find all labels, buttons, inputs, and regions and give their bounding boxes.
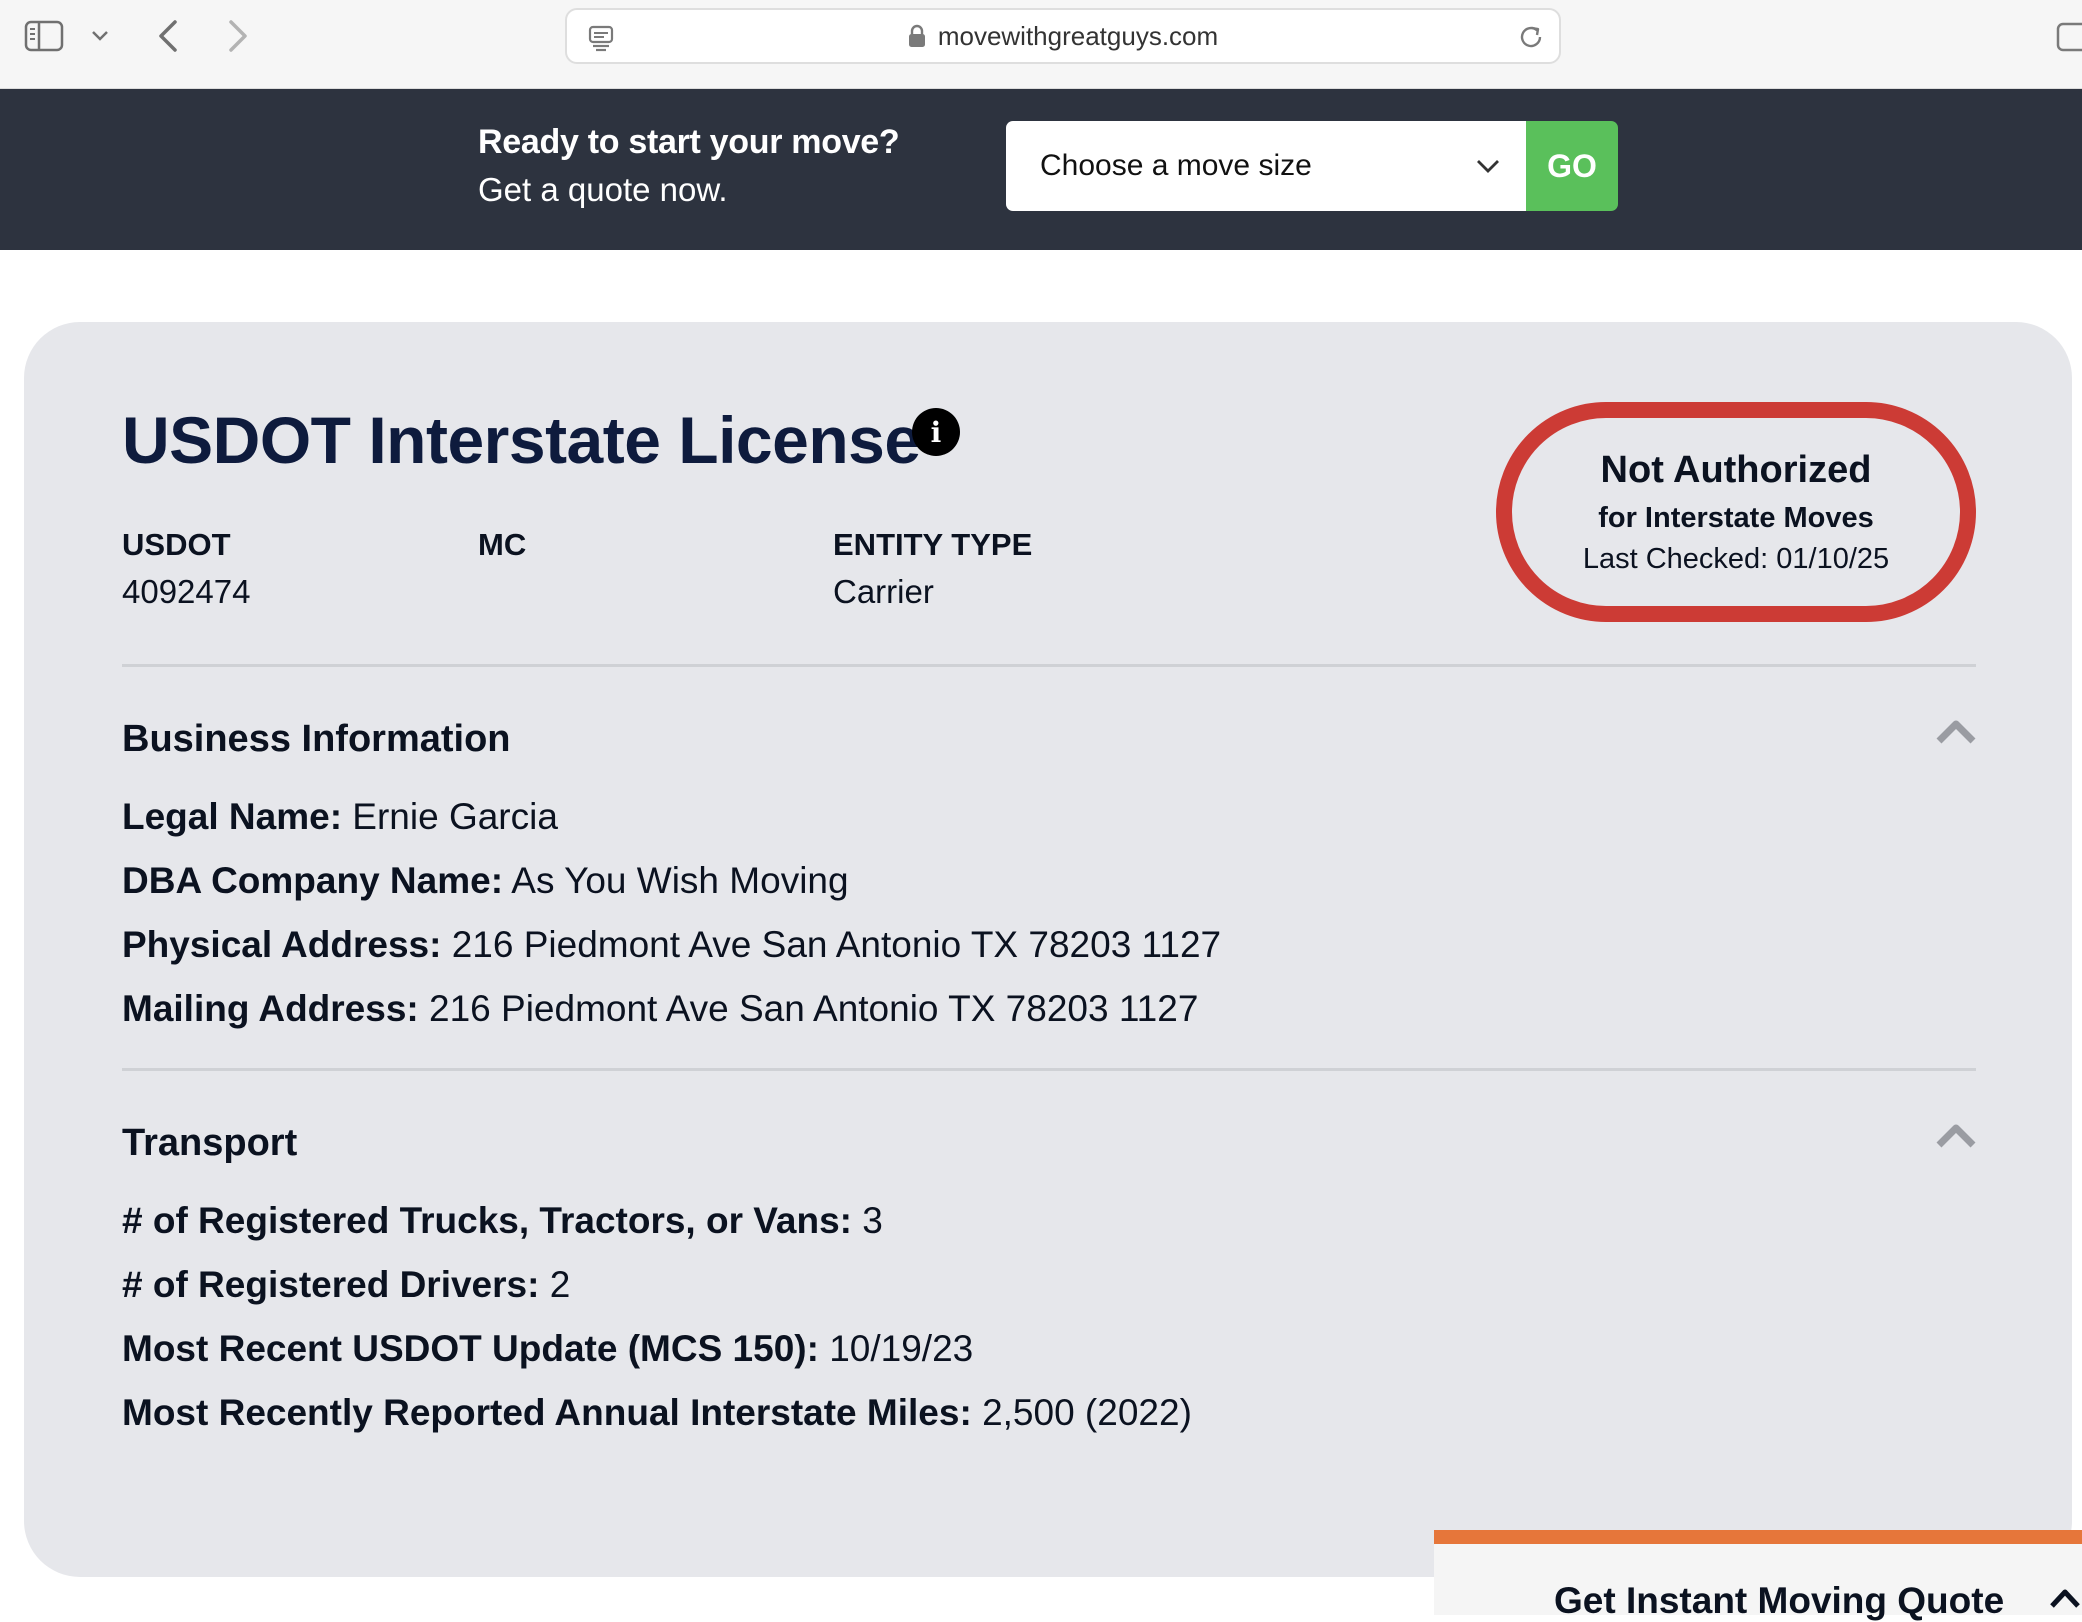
- license-card: USDOT Interstate License i USDOT 4092474…: [24, 322, 2072, 1577]
- sidebar-toggle-icon[interactable]: [22, 18, 66, 54]
- license-title: USDOT Interstate License: [122, 403, 921, 477]
- transport-row-trucks: # of Registered Trucks, Tractors, or Van…: [122, 1200, 883, 1241]
- address-bar[interactable]: movewithgreatguys.com: [565, 8, 1561, 64]
- business-row-dba-name: DBA Company Name: As You Wish Moving: [122, 860, 849, 901]
- banner-subline: Get a quote now.: [478, 171, 728, 208]
- status-main: Not Authorized: [1600, 448, 1872, 491]
- lock-icon: [908, 24, 926, 48]
- entity-type-value: Carrier: [833, 573, 934, 610]
- url-text: movewithgreatguys.com: [937, 20, 1219, 51]
- status-sub: for Interstate Moves: [1598, 501, 1874, 534]
- info-icon[interactable]: i: [912, 408, 960, 456]
- transport-title: Transport: [122, 1122, 298, 1164]
- quote-banner: Ready to start your move? Get a quote no…: [0, 89, 2082, 250]
- chevron-up-icon[interactable]: [1934, 1120, 1978, 1152]
- instant-quote-widget[interactable]: Get Instant Moving Quote: [1434, 1530, 2082, 1621]
- transport-row-drivers: # of Registered Drivers: 2: [122, 1264, 571, 1305]
- chevron-up-icon[interactable]: [1934, 716, 1978, 748]
- move-size-select[interactable]: Choose a move size: [1006, 121, 1526, 211]
- banner-headline: Ready to start your move?: [478, 123, 900, 161]
- go-button[interactable]: GO: [1526, 121, 1618, 211]
- entity-type-label: ENTITY TYPE: [833, 527, 1033, 562]
- chevron-up-icon[interactable]: [2048, 1584, 2082, 1610]
- browser-toolbar: movewithgreatguys.com: [0, 0, 2082, 89]
- forward-arrow-icon[interactable]: [218, 14, 258, 58]
- business-row-mailing-address: Mailing Address: 216 Piedmont Ave San An…: [122, 988, 1199, 1029]
- back-arrow-icon[interactable]: [148, 14, 188, 58]
- divider: [122, 1068, 1976, 1071]
- reload-icon[interactable]: [1517, 23, 1545, 51]
- business-row-legal-name: Legal Name: Ernie Garcia: [122, 796, 558, 837]
- move-size-select-value: Choose a move size: [1040, 149, 1312, 182]
- usdot-label: USDOT: [122, 527, 231, 562]
- transport-row-mcs150: Most Recent USDOT Update (MCS 150): 10/1…: [122, 1328, 974, 1369]
- chevron-down-icon[interactable]: [86, 22, 114, 50]
- divider: [122, 664, 1976, 667]
- chevron-down-icon: [1474, 153, 1502, 179]
- business-info-title: Business Information: [122, 718, 511, 760]
- usdot-value: 4092474: [122, 573, 251, 610]
- instant-quote-label: Get Instant Moving Quote: [1554, 1580, 2005, 1621]
- authorization-status-badge: Not Authorized for Interstate Moves Last…: [1496, 402, 1976, 622]
- tab-overview-icon[interactable]: [2056, 20, 2082, 54]
- status-last-checked: Last Checked: 01/10/25: [1582, 542, 1890, 575]
- mc-label: MC: [478, 527, 527, 562]
- transport-row-miles: Most Recently Reported Annual Interstate…: [122, 1392, 1192, 1433]
- business-row-physical-address: Physical Address: 216 Piedmont Ave San A…: [122, 924, 1222, 965]
